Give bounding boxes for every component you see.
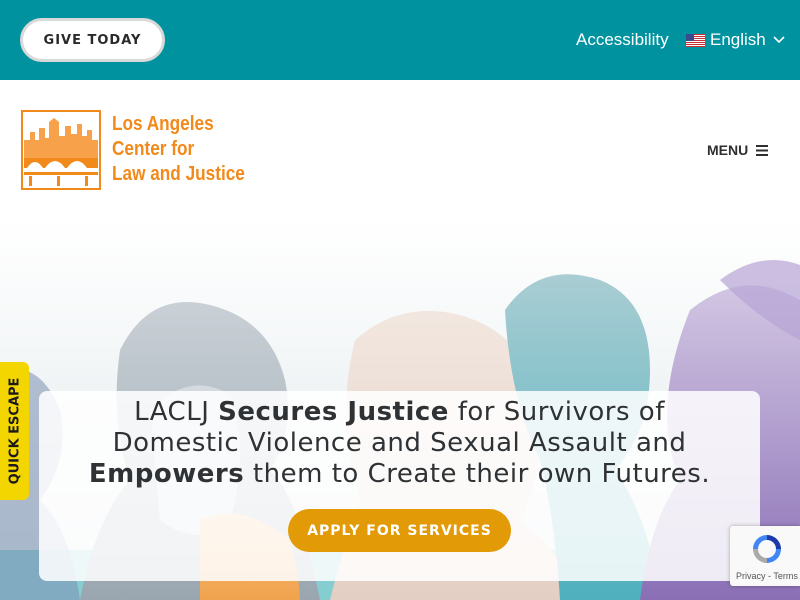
headline-line-3: Empowers them to Create their own Future… xyxy=(39,459,760,490)
logo-icon[interactable] xyxy=(21,110,101,190)
us-flag-icon xyxy=(686,33,705,47)
headline-line-2: Domestic Violence and Sexual Assault and xyxy=(112,428,687,458)
accessibility-link[interactable]: Accessibility xyxy=(576,30,669,50)
headline-line-1: LACLJ Secures Justice for Survivors of xyxy=(39,397,760,428)
site-header: Los Angeles Center for Law and Justice M… xyxy=(0,80,800,220)
quick-escape-label: QUICK ESCAPE xyxy=(7,377,22,485)
hero-section: LACLJ Secures Justice for Survivors of D… xyxy=(0,220,800,600)
logo-line-1: Los Angeles xyxy=(112,113,214,135)
language-selector[interactable]: English xyxy=(686,30,785,50)
language-label: English xyxy=(710,30,766,49)
headline-text-1a: LACLJ xyxy=(134,397,219,427)
apply-for-services-button[interactable]: APPLY FOR SERVICES xyxy=(288,509,511,552)
headline-emphasis-1: Secures Justice xyxy=(218,397,449,427)
hamburger-icon xyxy=(756,144,769,156)
give-today-button[interactable]: GIVE TODAY xyxy=(20,18,165,62)
logo-line-2: Center for xyxy=(112,138,195,160)
hero-headline: LACLJ Secures Justice for Survivors of D… xyxy=(39,397,760,490)
top-bar: GIVE TODAY Accessibility English xyxy=(0,0,800,80)
headline-text-3b: them to Create their own Futures. xyxy=(244,459,711,489)
menu-button[interactable]: MENU xyxy=(707,142,769,158)
logo-line-3: Law and Justice xyxy=(112,163,245,185)
recaptcha-icon xyxy=(753,535,781,563)
recaptcha-badge[interactable]: Privacy - Terms xyxy=(730,526,800,586)
headline-emphasis-3: Empowers xyxy=(88,459,245,489)
logo-text[interactable]: Los Angeles Center for Law and Justice xyxy=(112,112,245,187)
hero-card: LACLJ Secures Justice for Survivors of D… xyxy=(39,391,760,581)
menu-label: MENU xyxy=(707,142,749,158)
quick-escape-button[interactable]: QUICK ESCAPE xyxy=(0,362,29,500)
headline-text-1c: for Survivors of xyxy=(448,397,665,427)
chevron-down-icon xyxy=(773,36,785,44)
recaptcha-text[interactable]: Privacy - Terms xyxy=(736,571,798,581)
